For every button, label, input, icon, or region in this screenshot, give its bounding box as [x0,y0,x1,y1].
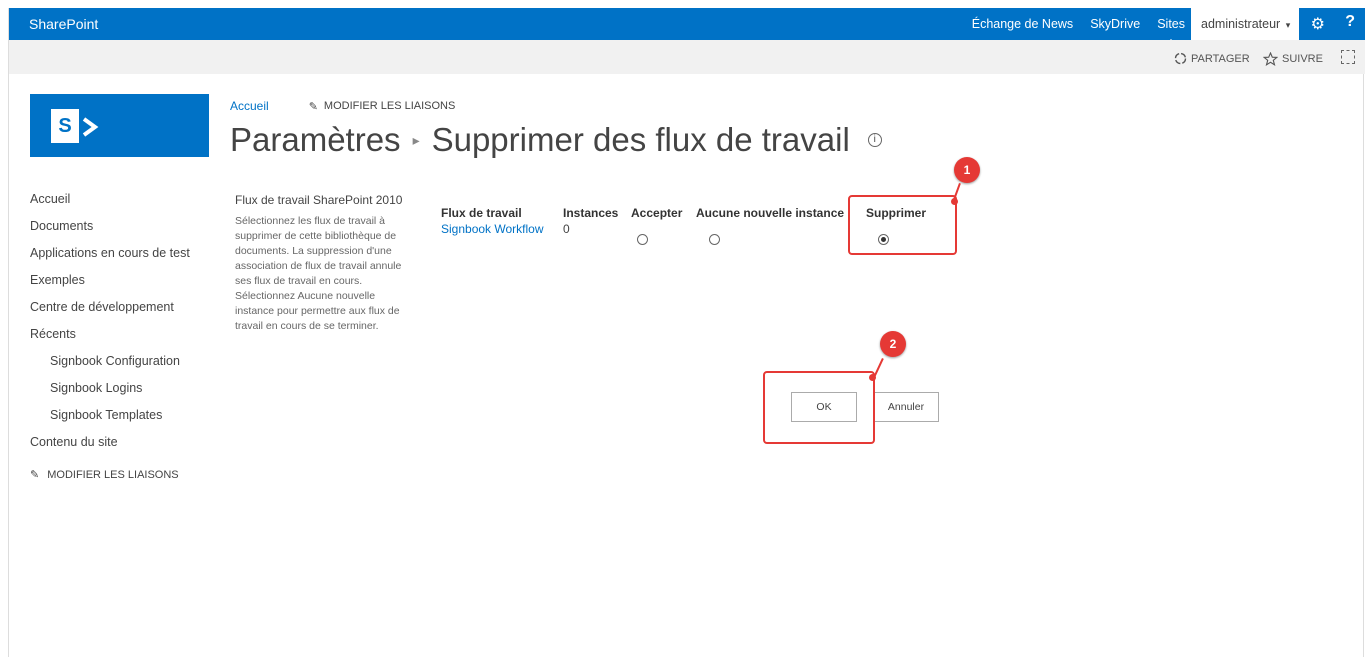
nav-item-recent[interactable]: Récents [30,327,200,342]
share-label: PARTAGER [1191,52,1250,65]
site-logo[interactable]: S [30,94,209,157]
quick-launch: Accueil Documents Applications en cours … [30,192,200,481]
radio-no-new-instance[interactable] [709,234,720,245]
workflow-name-link[interactable]: Signbook Workflow [441,222,544,236]
suite-link-skydrive[interactable]: SkyDrive [1090,17,1140,31]
radio-accept[interactable] [637,234,648,245]
leftnav-edit-links-label: MODIFIER LES LIAISONS [47,468,179,481]
nav-item-documents[interactable]: Documents [30,219,200,234]
sharepoint-logo-arrow-icon [82,117,99,137]
annotation-badge-1: 1 [954,157,980,183]
edit-links-button[interactable]: ✎ MODIFIER LES LIAISONS [309,99,456,113]
follow-button[interactable]: SUIVRE [1263,52,1323,66]
nav-item-dev-center[interactable]: Centre de développement [30,300,200,315]
column-header-instances: Instances [563,206,619,220]
column-header-workflow: Flux de travail [441,206,522,220]
star-icon [1263,52,1278,66]
workflow-instances-count: 0 [563,222,570,236]
info-icon[interactable]: i [867,133,882,147]
annotation-badge-2: 2 [880,331,906,357]
annotation-box-ok [763,371,875,444]
breadcrumb-current: Supprimer des flux de travail [431,121,850,158]
pencil-icon: ✎ [308,100,318,113]
column-header-accept: Accepter [631,206,683,220]
gear-icon[interactable]: ⚙ [1311,14,1325,34]
section-description: Sélectionnez les flux de travail à suppr… [235,215,402,332]
ribbon-bar: PARTAGER SUIVRE [9,40,1365,74]
sharepoint-logo-icon: S [51,109,79,143]
top-navigation: Accueil ✎ MODIFIER LES LIAISONS [230,99,455,113]
share-button[interactable]: PARTAGER [1174,52,1250,65]
nav-item-examples[interactable]: Exemples [30,273,200,288]
user-name: administrateur [1201,17,1281,31]
annotation-box-delete [848,195,957,255]
cancel-button[interactable]: Annuler [873,392,939,422]
focus-mode-icon[interactable] [1341,50,1355,64]
edit-links-label: MODIFIER LES LIAISONS [323,100,456,112]
suite-bar: SharePoint Échange de News SkyDrive Site… [9,8,1365,43]
column-header-no-new-instance: Aucune nouvelle instance [696,206,845,220]
suite-links: Échange de News SkyDrive Sites [972,17,1185,43]
suite-link-sites[interactable]: Sites [1157,17,1185,43]
nav-item-signbook-configuration[interactable]: Signbook Configuration [30,354,200,369]
leftnav-edit-links-button[interactable]: ✎ MODIFIER LES LIAISONS [30,468,200,482]
nav-item-site-contents[interactable]: Contenu du site [30,435,200,450]
breadcrumb-parent[interactable]: Paramètres [230,121,401,159]
user-menu[interactable]: administrateur ▾ [1191,8,1299,40]
pencil-icon: ✎ [30,469,40,481]
help-icon[interactable]: ? [1345,13,1355,31]
topnav-home-link[interactable]: Accueil [230,99,269,113]
breadcrumb-separator-icon: ▸ [412,131,420,148]
section-title: Flux de travail SharePoint 2010 [235,193,403,207]
sharepoint-brand-link[interactable]: SharePoint [29,16,98,32]
chevron-down-icon: ▾ [1285,20,1291,30]
nav-item-signbook-templates[interactable]: Signbook Templates [30,408,200,423]
share-icon [1174,52,1187,65]
page-title: Paramètres ▸ Supprimer des flux de trava… [230,121,882,159]
nav-item-accueil[interactable]: Accueil [30,192,200,207]
suite-link-news[interactable]: Échange de News [972,17,1073,31]
browser-page: SharePoint Échange de News SkyDrive Site… [8,8,1365,657]
follow-label: SUIVRE [1282,53,1323,65]
annotation-pointer-2 [873,358,884,377]
nav-item-apps-in-test[interactable]: Applications en cours de test [30,246,200,261]
nav-item-signbook-logins[interactable]: Signbook Logins [30,381,200,396]
